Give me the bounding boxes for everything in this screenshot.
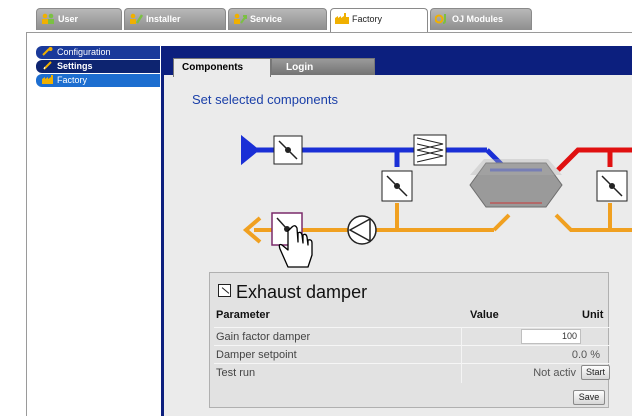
gain-factor-input[interactable]: 100 <box>521 329 581 344</box>
tab-components[interactable]: Components <box>173 58 271 77</box>
table-row: Damper setpoint 0.0 % <box>214 345 610 363</box>
tab-user[interactable]: User <box>36 8 122 30</box>
pencil-icon <box>43 61 52 70</box>
bypass-damper[interactable] <box>381 170 413 202</box>
param-value: 0.0 % <box>571 349 600 361</box>
tab-factory[interactable]: Factory <box>330 8 428 32</box>
factory-icon <box>42 75 53 84</box>
column-divider <box>461 327 462 383</box>
top-tab-bar: User Installer Service Factory OJ Module… <box>0 0 632 34</box>
table-row: Test run Not activ Start <box>214 363 610 381</box>
table-row: Gain factor damper 100 <box>214 327 610 345</box>
param-name: Test run <box>216 367 256 379</box>
sidebar-item-factory[interactable]: Factory <box>36 74 160 87</box>
param-name: Damper setpoint <box>216 349 297 361</box>
wrench-icon <box>42 47 53 56</box>
user-icon <box>42 13 54 24</box>
supply-damper[interactable] <box>273 135 303 165</box>
sidebar-item-configuration[interactable]: Configuration <box>36 46 160 59</box>
sidebar-item-settings[interactable]: Settings <box>36 60 160 73</box>
warm-air-duct <box>556 147 632 172</box>
page-title: Set selected components <box>192 92 338 107</box>
factory-icon <box>335 13 349 24</box>
param-name: Gain factor damper <box>216 331 311 343</box>
component-title: Exhaust damper <box>218 282 367 303</box>
value-header: Value <box>470 309 499 321</box>
start-button[interactable]: Start <box>581 365 610 380</box>
side-menu: Configuration Settings Factory <box>36 46 160 88</box>
tab-installer[interactable]: Installer <box>124 8 226 30</box>
damper-icon <box>218 284 231 297</box>
installer-icon <box>130 13 143 24</box>
component-details-panel: Exhaust damper Parameter Value Unit Gain… <box>209 272 610 408</box>
supply-filter[interactable] <box>413 134 447 166</box>
param-value: Not activ <box>533 367 576 379</box>
tab-service[interactable]: Service <box>228 8 327 30</box>
service-icon <box>234 13 247 24</box>
heat-exchanger <box>469 159 563 208</box>
tab-oj-modules[interactable]: OJ Modules <box>430 8 532 30</box>
ventilation-diagram <box>241 134 632 268</box>
exhaust-fan[interactable] <box>347 215 377 245</box>
unit-header: Unit <box>582 309 604 321</box>
exhaust-side-damper[interactable] <box>596 170 628 202</box>
oj-modules-icon <box>435 14 446 24</box>
save-button[interactable]: Save <box>573 390 605 405</box>
parameter-header: Parameter <box>216 309 270 321</box>
